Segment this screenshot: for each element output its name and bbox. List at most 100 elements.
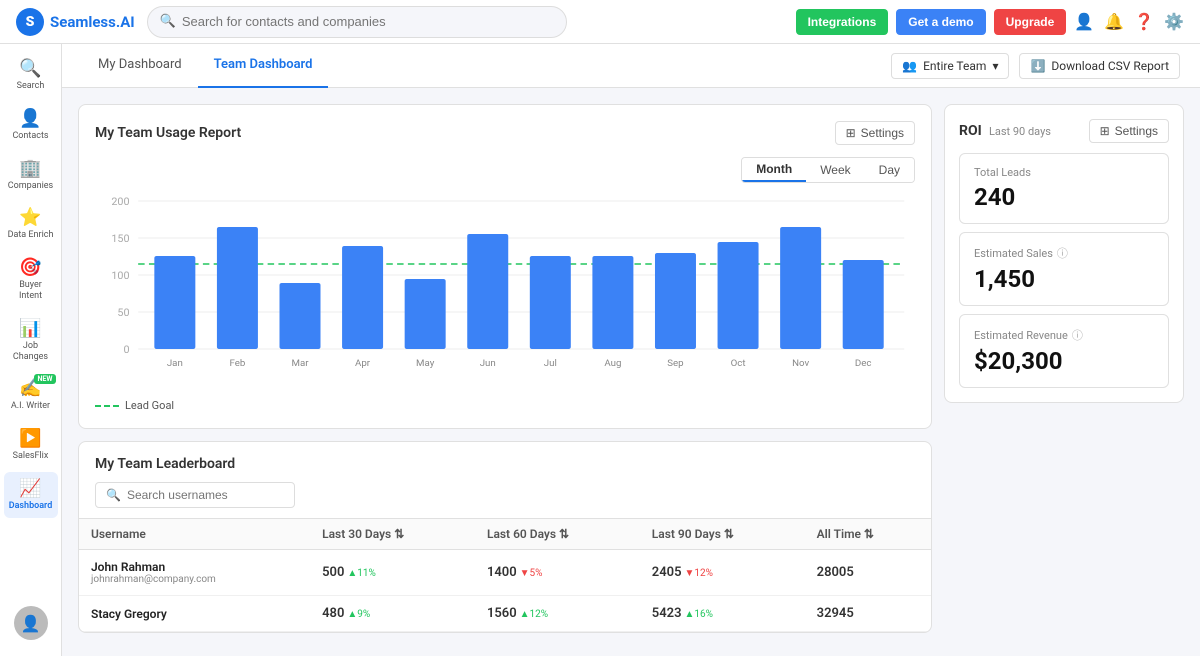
- svg-text:50: 50: [117, 306, 129, 318]
- change-indicator: ▲16%: [685, 609, 713, 620]
- job-changes-icon: 📊: [19, 318, 41, 339]
- bar-chart: 200 150 100 50 0 Jan: [95, 191, 915, 391]
- svg-text:May: May: [416, 358, 435, 369]
- csv-button-label: Download CSV Report: [1051, 59, 1169, 73]
- get-a-demo-button[interactable]: Get a demo: [896, 9, 985, 35]
- tabs-right: 👥 Entire Team ▾ ⬇️ Download CSV Report: [891, 53, 1180, 79]
- tabs-bar: My Dashboard Team Dashboard 👥 Entire Tea…: [62, 44, 1200, 88]
- stat-value: 480: [322, 606, 344, 621]
- last30-cell: 480 ▲9%: [310, 596, 475, 632]
- sidebar: 🔍 Search 👤 Contacts 🏢 Companies ⭐ Data E…: [0, 44, 62, 656]
- roi-settings-label: Settings: [1115, 124, 1158, 138]
- tabs-left: My Dashboard Team Dashboard: [82, 44, 328, 88]
- bar-may: [405, 279, 446, 349]
- table-row: John Rahman johnrahman@company.com 500 ▲…: [79, 550, 931, 596]
- team-selector[interactable]: 👥 Entire Team ▾: [891, 53, 1009, 79]
- change-indicator: ▼5%: [520, 568, 543, 579]
- col-last30[interactable]: Last 30 Days ⇅: [310, 519, 475, 550]
- sidebar-label-contacts: Contacts: [12, 131, 48, 142]
- user-name: Stacy Gregory: [91, 607, 298, 621]
- chart-time-controls: Month Week Day: [95, 157, 915, 183]
- global-search-bar[interactable]: 🔍: [147, 6, 567, 38]
- search-icon: 🔍: [160, 14, 176, 29]
- tab-team-dashboard[interactable]: Team Dashboard: [198, 44, 329, 88]
- buyer-intent-icon: 🎯: [19, 257, 41, 278]
- settings-icon[interactable]: ⚙️: [1164, 12, 1184, 31]
- roi-settings-icon: ⊞: [1100, 124, 1110, 138]
- col-alltime[interactable]: All Time ⇅: [805, 519, 931, 550]
- tab-my-dashboard[interactable]: My Dashboard: [82, 44, 198, 88]
- change-indicator: ▲12%: [520, 609, 548, 620]
- stat-value: 500: [322, 565, 344, 580]
- estimated-sales-value: 1,450: [974, 265, 1154, 293]
- download-csv-button[interactable]: ⬇️ Download CSV Report: [1019, 53, 1180, 79]
- chart-svg: 200 150 100 50 0 Jan: [95, 191, 915, 391]
- bar-mar: [280, 283, 321, 349]
- sidebar-item-ai-writer[interactable]: ✍️ A.I. Writer NEW: [4, 372, 58, 418]
- sidebar-item-job-changes[interactable]: 📊 Job Changes: [4, 312, 58, 369]
- roi-title: ROI: [959, 123, 982, 139]
- user-cell: John Rahman johnrahman@company.com: [79, 550, 310, 596]
- time-btn-month[interactable]: Month: [742, 158, 806, 182]
- svg-text:Jul: Jul: [544, 358, 557, 369]
- svg-text:Dec: Dec: [855, 358, 872, 369]
- sidebar-item-salesflix[interactable]: ▶️ SalesFlix: [4, 422, 58, 468]
- sidebar-item-dashboard[interactable]: 📈 Dashboard: [4, 472, 58, 518]
- search-input[interactable]: [182, 14, 554, 29]
- bar-apr: [342, 246, 383, 349]
- lead-goal-dash: [95, 405, 119, 407]
- time-toggle: Month Week Day: [741, 157, 915, 183]
- top-navigation: S Seamless.AI 🔍 Integrations Get a demo …: [0, 0, 1200, 44]
- table-header-row: Username Last 30 Days ⇅ Last 60 Days ⇅ L…: [79, 519, 931, 550]
- table-row: Stacy Gregory 480 ▲9% 1560 ▲12% 5423 ▲16…: [79, 596, 931, 632]
- companies-icon: 🏢: [19, 158, 41, 179]
- user-avatar[interactable]: 👤: [14, 606, 48, 640]
- last60-cell: 1400 ▼5%: [475, 550, 640, 596]
- sidebar-item-search[interactable]: 🔍 Search: [4, 52, 58, 98]
- sidebar-label-buyer-intent: Buyer Intent: [8, 280, 54, 302]
- alltime-cell: 28005: [805, 550, 931, 596]
- upgrade-button[interactable]: Upgrade: [994, 9, 1067, 35]
- alltime-cell: 32945: [805, 596, 931, 632]
- leaderboard-search-icon: 🔍: [106, 488, 121, 502]
- usage-report-settings-button[interactable]: ⊞ Settings: [835, 121, 915, 145]
- leaderboard-search-input[interactable]: [127, 488, 282, 502]
- help-icon[interactable]: ❓: [1134, 12, 1154, 31]
- sidebar-item-contacts[interactable]: 👤 Contacts: [4, 102, 58, 148]
- svg-text:Aug: Aug: [604, 358, 621, 369]
- last60-cell: 1560 ▲12%: [475, 596, 640, 632]
- sidebar-item-companies[interactable]: 🏢 Companies: [4, 152, 58, 198]
- leaderboard-search-bar[interactable]: 🔍: [95, 482, 295, 508]
- estimated-sales-text: Estimated Sales: [974, 247, 1053, 260]
- col-last90[interactable]: Last 90 Days ⇅: [640, 519, 805, 550]
- left-panel: My Team Usage Report ⊞ Settings Month We…: [78, 104, 932, 633]
- leaderboard-table-body: John Rahman johnrahman@company.com 500 ▲…: [79, 550, 931, 632]
- integrations-button[interactable]: Integrations: [796, 9, 889, 35]
- last30-cell: 500 ▲11%: [310, 550, 475, 596]
- logo-text: Seamless.AI: [50, 13, 135, 31]
- bar-aug: [592, 256, 633, 349]
- sidebar-label-data-enrich: Data Enrich: [8, 230, 54, 241]
- profile-icon[interactable]: 👤: [1074, 12, 1094, 31]
- col-last60[interactable]: Last 60 Days ⇅: [475, 519, 640, 550]
- svg-text:100: 100: [111, 269, 129, 281]
- alltime-value: 28005: [817, 565, 854, 580]
- chart-legend: Lead Goal: [95, 399, 915, 412]
- notifications-icon[interactable]: 🔔: [1104, 12, 1124, 31]
- leaderboard-table: Username Last 30 Days ⇅ Last 60 Days ⇅ L…: [79, 518, 931, 632]
- estimated-revenue-label: Estimated Revenue ⓘ: [974, 327, 1154, 343]
- data-enrich-icon: ⭐: [19, 207, 41, 228]
- time-btn-day[interactable]: Day: [865, 158, 914, 182]
- settings-label: Settings: [861, 126, 904, 140]
- sidebar-item-data-enrich[interactable]: ⭐ Data Enrich: [4, 201, 58, 247]
- leaderboard-search-area: 🔍: [79, 482, 931, 518]
- bar-dec: [843, 260, 884, 349]
- download-icon: ⬇️: [1030, 59, 1045, 73]
- sidebar-label-search: Search: [17, 81, 45, 92]
- sidebar-item-buyer-intent[interactable]: 🎯 Buyer Intent: [4, 251, 58, 308]
- sidebar-label-companies: Companies: [8, 181, 53, 192]
- time-btn-week[interactable]: Week: [806, 158, 864, 182]
- roi-settings-button[interactable]: ⊞ Settings: [1089, 119, 1169, 143]
- usage-report-header: My Team Usage Report ⊞ Settings: [95, 121, 915, 145]
- bar-oct: [718, 242, 759, 349]
